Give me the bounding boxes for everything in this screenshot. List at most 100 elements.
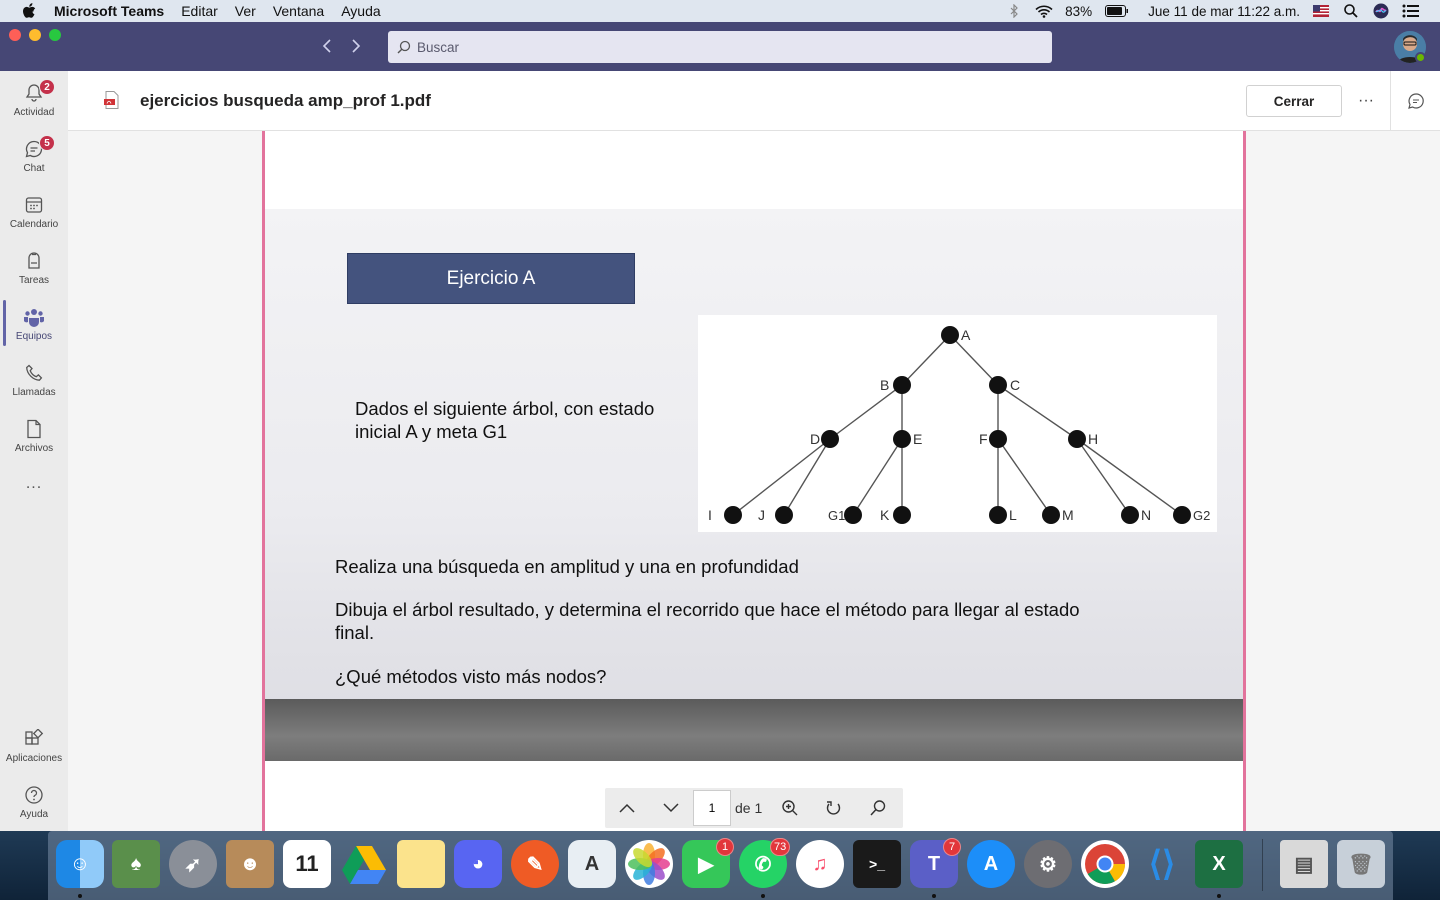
menu-ventana[interactable]: Ventana <box>273 3 324 19</box>
node-label-g2: G2 <box>1193 508 1210 523</box>
teams-badge: 7 <box>943 838 961 856</box>
rail-item-ayuda[interactable]: Ayuda <box>0 777 68 829</box>
node-label-l: L <box>1009 507 1017 523</box>
siri-icon[interactable] <box>1372 3 1390 19</box>
close-document-button[interactable]: Cerrar <box>1246 85 1342 117</box>
node-i <box>724 506 742 524</box>
instruction-2: Dibuja el árbol resultado, y determina e… <box>335 599 1080 643</box>
edge-e-g1 <box>852 438 903 516</box>
terminal-icon[interactable]: >_ <box>853 840 901 888</box>
facetime-badge: 1 <box>716 838 734 856</box>
conversation-icon[interactable] <box>1404 89 1428 113</box>
node-label-a: A <box>961 327 971 343</box>
more-apps-icon: ... <box>25 475 43 492</box>
node-label-k: K <box>880 507 890 523</box>
photos-icon[interactable] <box>625 840 673 888</box>
rail-label: Equipos <box>15 331 53 342</box>
google-drive-icon[interactable] <box>340 840 388 888</box>
music-icon[interactable]: ♫ <box>796 840 844 888</box>
battery-icon[interactable] <box>1104 3 1130 19</box>
node-j <box>775 506 793 524</box>
rail-item-archivos[interactable]: Archivos <box>0 411 68 463</box>
menu-app-name[interactable]: Microsoft Teams <box>54 3 164 19</box>
postman-icon[interactable]: ✎ <box>511 840 559 888</box>
window-minimize-button[interactable] <box>29 29 41 41</box>
control-center-icon[interactable] <box>1402 3 1420 19</box>
page-number-input[interactable] <box>693 790 731 826</box>
solitaire-icon[interactable]: ♠ <box>112 840 160 888</box>
tree-diagram: A B C D E F H I J G1 K L M N G2 <box>698 315 1217 532</box>
edge-a-b <box>901 334 951 386</box>
node-f <box>989 430 1007 448</box>
edge-b-d <box>829 384 903 440</box>
node-k <box>893 506 911 524</box>
more-options-button[interactable]: ··· <box>1352 87 1380 115</box>
maps-icon[interactable]: A <box>568 840 616 888</box>
rail-item-calendario[interactable]: Calendario <box>0 187 68 239</box>
chrome-icon[interactable] <box>1081 840 1129 888</box>
vscode-icon[interactable]: ⟨⟩ <box>1138 840 1186 888</box>
rail-label: Calendario <box>9 219 59 230</box>
flag-us-icon[interactable] <box>1312 3 1330 19</box>
slide: Ejercicio A Dados el siguiente árbol, co… <box>265 209 1243 761</box>
notes-icon[interactable] <box>397 840 445 888</box>
pdf-viewer[interactable]: Ejercicio A Dados el siguiente árbol, co… <box>68 131 1440 831</box>
running-indicator <box>761 894 765 898</box>
trash-icon[interactable]: 🗑 <box>1337 840 1385 888</box>
contacts-icon[interactable]: ☻ <box>226 840 274 888</box>
rail-more-button[interactable]: ... <box>0 475 68 505</box>
rail-item-tareas[interactable]: Tareas <box>0 243 68 295</box>
menu-ayuda[interactable]: Ayuda <box>341 3 380 19</box>
phone-icon <box>22 361 46 385</box>
page-navigation-toolbar: de 1 <box>605 788 903 828</box>
forward-arrow-icon[interactable] <box>346 36 366 56</box>
rail-label: Actividad <box>13 107 55 118</box>
discord-icon[interactable]: ◕ <box>454 840 502 888</box>
next-page-button[interactable] <box>649 788 693 828</box>
teams-title-bar: Buscar <box>0 22 1440 71</box>
backpack-icon <box>22 249 46 273</box>
search-input[interactable]: Buscar <box>388 31 1052 63</box>
rail-label: Archivos <box>14 443 54 454</box>
finder-icon[interactable]: ☺ <box>56 840 104 888</box>
apple-icon[interactable] <box>20 2 38 20</box>
node-b <box>893 376 911 394</box>
excel-icon[interactable]: X <box>1195 840 1243 888</box>
rail-item-chat[interactable]: Chat 5 <box>0 131 68 183</box>
node-g2 <box>1173 506 1191 524</box>
system-preferences-icon[interactable]: ⚙ <box>1024 840 1072 888</box>
window-close-button[interactable] <box>9 29 21 41</box>
teams-icon <box>22 305 46 329</box>
rail-item-llamadas[interactable]: Llamadas <box>0 355 68 407</box>
menu-ver[interactable]: Ver <box>235 3 256 19</box>
apps-icon <box>22 727 46 751</box>
rotate-button[interactable] <box>812 788 856 828</box>
calendar-app-icon[interactable]: 11 <box>283 840 331 888</box>
node-label-h: H <box>1088 431 1098 447</box>
edge-c-h <box>997 384 1078 440</box>
activity-badge: 2 <box>39 79 55 95</box>
page-count: de 1 <box>735 800 763 816</box>
bluetooth-icon[interactable] <box>1005 3 1023 19</box>
rail-label: Aplicaciones <box>5 753 63 764</box>
spotlight-search-icon[interactable] <box>1342 3 1360 19</box>
edge-d-j <box>783 438 831 516</box>
find-button[interactable] <box>856 788 900 828</box>
node-label-i: I <box>708 507 712 523</box>
running-indicator <box>78 894 82 898</box>
launchpad-icon[interactable]: ➶ <box>169 840 217 888</box>
menu-clock[interactable]: Jue 11 de mar 11:22 a.m. <box>1148 4 1300 19</box>
rail-item-equipos[interactable]: Equipos <box>0 299 68 351</box>
zoom-in-button[interactable] <box>768 788 812 828</box>
app-store-icon[interactable]: A <box>967 840 1015 888</box>
menu-editar[interactable]: Editar <box>181 3 218 19</box>
app-bar: Actividad 2 Chat 5 Calendario Tareas Equ… <box>0 71 68 831</box>
document-header: ejercicios busqueda amp_prof 1.pdf Cerra… <box>68 71 1440 131</box>
rail-item-actividad[interactable]: Actividad 2 <box>0 75 68 127</box>
downloads-stack-icon[interactable]: ▤ <box>1280 840 1328 888</box>
back-arrow-icon[interactable] <box>317 36 337 56</box>
previous-page-button[interactable] <box>605 788 649 828</box>
rail-item-aplicaciones[interactable]: Aplicaciones <box>0 721 68 773</box>
wifi-icon[interactable] <box>1035 3 1053 19</box>
window-maximize-button[interactable] <box>49 29 61 41</box>
